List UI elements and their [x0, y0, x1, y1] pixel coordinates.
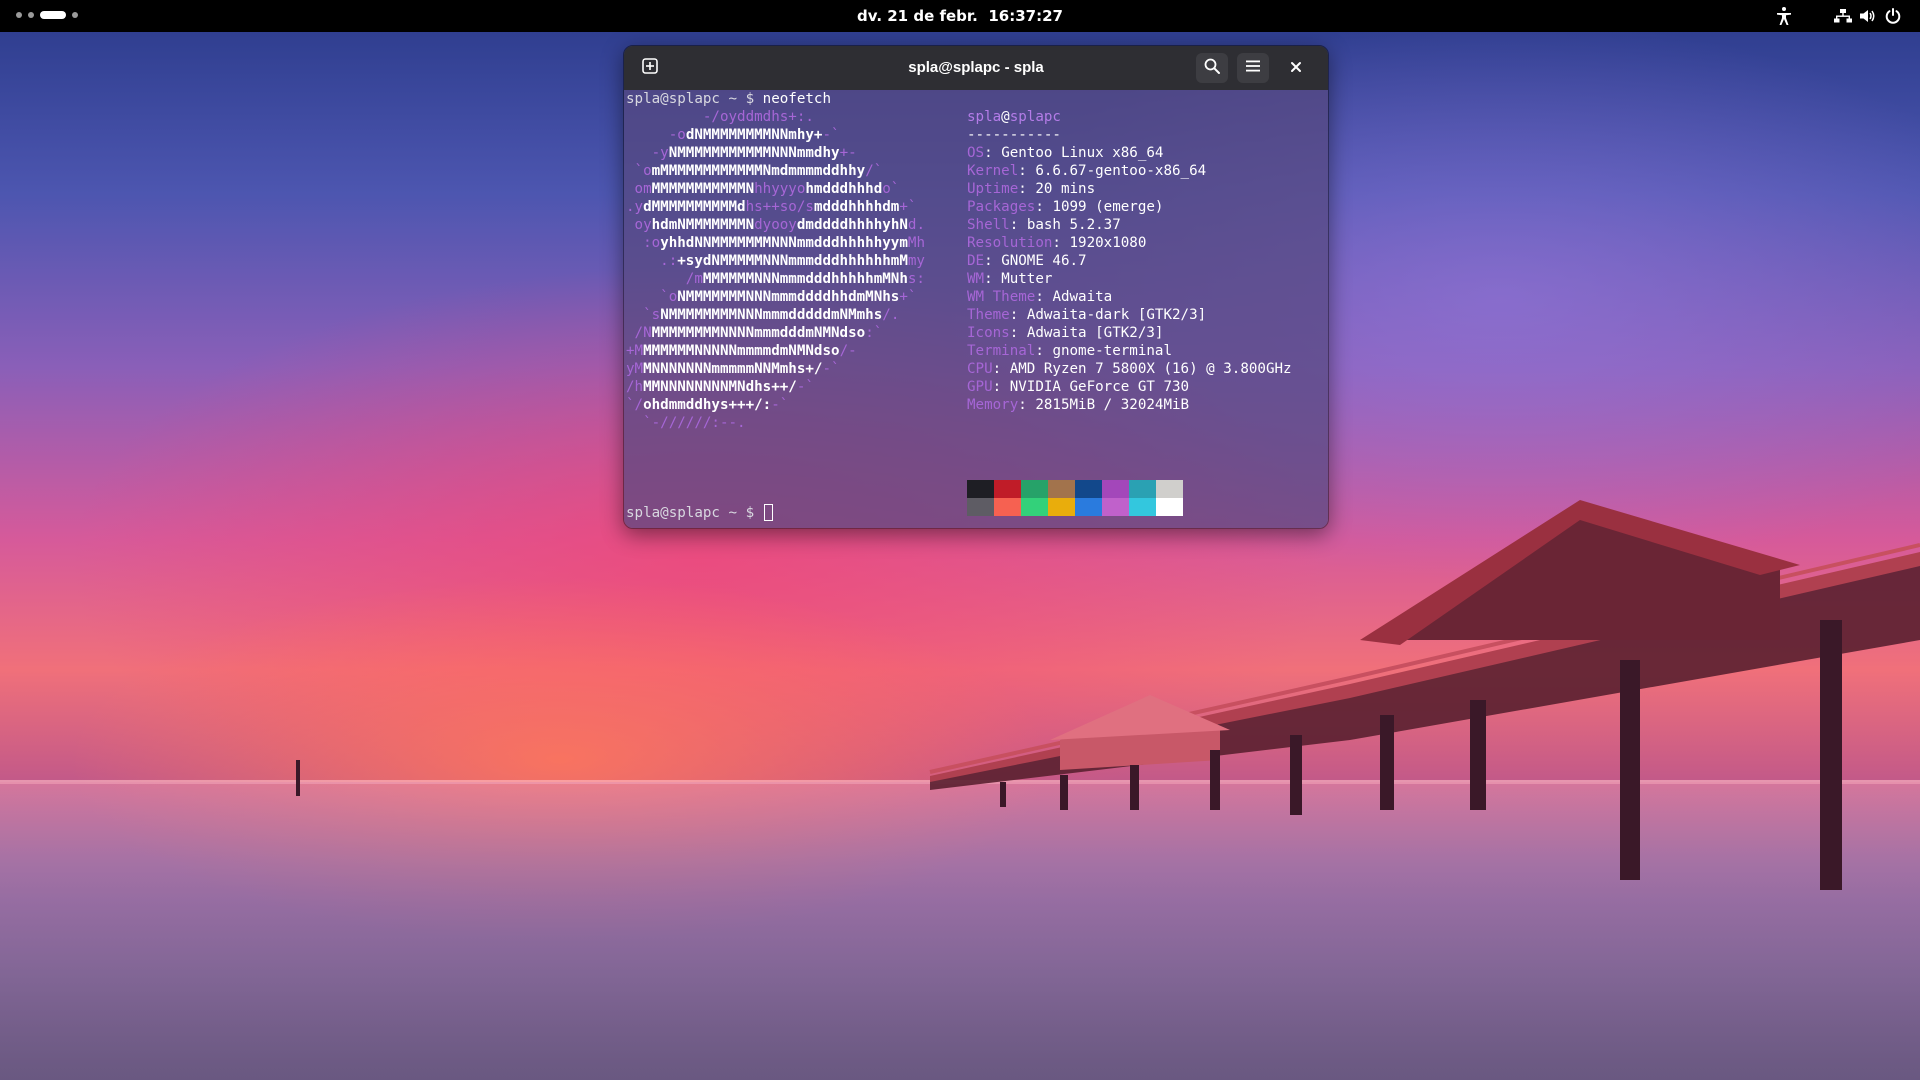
logo-line: -yNMMMMMMMMMMMNNNmmdhy+- [651, 145, 857, 161]
logo-line: `sNMMMMMMMMNNNmmmdddddmNMmhs/. [643, 307, 900, 323]
command-text: neofetch [762, 91, 832, 107]
color-palette [967, 480, 1183, 516]
logo-line: :oyhhdNNMMMMMMMNNNmmdddhhhhhyymMh [643, 235, 925, 251]
info-row: OS: Gentoo Linux x86_64 [967, 145, 1164, 161]
power-icon [1884, 7, 1902, 25]
close-icon [1289, 59, 1303, 78]
info-at: @ [1001, 109, 1010, 125]
palette-swatch [1102, 498, 1129, 516]
system-info: spla@splapc ----------- OS: Gentoo Linux… [967, 108, 1292, 414]
palette-swatch [994, 480, 1021, 498]
logo-line: `oNMMMMMMMNNNmmmddddhhdmMNhs+` [660, 289, 917, 305]
palette-swatch [1021, 480, 1048, 498]
close-button[interactable] [1280, 53, 1312, 83]
clock-time: 16:37:27 [988, 7, 1063, 25]
system-status-menu[interactable] [1826, 3, 1910, 29]
info-row: Terminal: gnome-terminal [967, 343, 1173, 359]
info-row: Theme: Adwaita-dark [GTK2/3] [967, 307, 1207, 323]
clock[interactable]: dv. 21 de febr. 16:37:27 [0, 0, 1920, 32]
network-icon [1833, 8, 1852, 24]
palette-swatch [1102, 480, 1129, 498]
info-row: GPU: NVIDIA GeForce GT 730 [967, 379, 1190, 395]
logo-line: .:+sydNMMMMMNNNmmmdddhhhhhhmMmy [660, 253, 925, 269]
logo-line: +MMMMMMMNNNNNmmmmdmNMNdso/- [626, 343, 857, 359]
shell-prompt: spla@splapc ~ $ [626, 91, 763, 107]
logo-line: /mMMMMMMNNNmmmdddhhhhhmMNhs: [685, 271, 925, 287]
palette-swatch [1075, 480, 1102, 498]
palette-swatch [1156, 480, 1183, 498]
terminal-window[interactable]: spla@splapc - spla spla@splapc ~ $ neofe… [623, 45, 1329, 529]
palette-swatch [1156, 498, 1183, 516]
text-cursor [763, 504, 773, 521]
logo-line: yMMNNNNNNNmmmmmNNMmhs+/-` [626, 361, 840, 377]
hamburger-menu-icon [1244, 57, 1262, 79]
info-row: Icons: Adwaita [GTK2/3] [967, 325, 1164, 341]
info-user: spla [967, 109, 1002, 125]
command-line: spla@splapc ~ $ neofetch [626, 90, 831, 108]
terminal-headerbar[interactable]: spla@splapc - spla [624, 46, 1328, 90]
info-row: Uptime: 20 mins [967, 181, 1096, 197]
logo-line: /NMMMMMMMMNNNNmmmdddmNMNdso:` [634, 325, 883, 341]
logo-line: omMMMMMMMMMMMNhhyyyohmdddhhhdo` [634, 181, 900, 197]
info-host: splapc [1009, 109, 1061, 125]
palette-swatch [967, 498, 994, 516]
menu-button[interactable] [1237, 53, 1269, 83]
terminal-output[interactable]: spla@splapc ~ $ neofetch -/oyddmdhs+:. -… [624, 90, 1328, 528]
palette-swatch [994, 498, 1021, 516]
search-button[interactable] [1196, 53, 1228, 83]
info-row: Memory: 2815MiB / 32024MiB [967, 397, 1190, 413]
palette-swatch [1048, 498, 1075, 516]
info-row: CPU: AMD Ryzen 7 5800X (16) @ 3.800GHz [967, 361, 1292, 377]
info-row: DE: GNOME 46.7 [967, 253, 1087, 269]
palette-swatch [1021, 498, 1048, 516]
info-row: Shell: bash 5.2.37 [967, 217, 1121, 233]
logo-line: /hMMNNNNNNNNMNdhs++/-` [626, 379, 814, 395]
logo-line: `-//////:--. [643, 415, 746, 431]
logo-line: oyhdmNMMMMMMMNdyooydmddddhhhhyhNd. [634, 217, 925, 233]
info-row: Kernel: 6.6.67-gentoo-x86_64 [967, 163, 1207, 179]
logo-line: -/oyddmdhs+:. [702, 109, 814, 125]
logo-line: -odNMMMMMMMMNNmhy+-` [668, 127, 840, 143]
palette-swatch [967, 480, 994, 498]
final-prompt-line: spla@splapc ~ $ [626, 504, 773, 522]
search-icon [1203, 57, 1221, 79]
logo-line: .ydMMMMMMMMMMdhs++so/smdddhhhhdm+` [626, 199, 917, 215]
logo-line: `/ohdmmddhys+++/:-` [626, 397, 789, 413]
logo-line: `omMMMMMMMMMMMMNmdmmmmddhhy/` [634, 163, 883, 179]
shell-prompt: spla@splapc ~ $ [626, 505, 763, 521]
top-bar: dv. 21 de febr. 16:37:27 [0, 0, 1920, 32]
clock-date: dv. 21 de febr. [857, 7, 978, 25]
info-row: Resolution: 1920x1080 [967, 235, 1147, 251]
palette-swatch [1129, 498, 1156, 516]
gentoo-ascii-logo: -/oyddmdhs+:. -odNMMMMMMMMNNmhy+-` -yNMM… [626, 108, 925, 432]
volume-icon [1859, 8, 1877, 24]
info-row: WM Theme: Adwaita [967, 289, 1113, 305]
accessibility-icon[interactable] [1772, 6, 1796, 26]
palette-swatch [1129, 480, 1156, 498]
info-separator: ----------- [967, 127, 1061, 143]
palette-swatch [1075, 498, 1102, 516]
palette-swatch [1048, 480, 1075, 498]
info-row: Packages: 1099 (emerge) [967, 199, 1164, 215]
user-host: spla@splapc [967, 108, 1292, 126]
info-row: WM: Mutter [967, 271, 1053, 287]
